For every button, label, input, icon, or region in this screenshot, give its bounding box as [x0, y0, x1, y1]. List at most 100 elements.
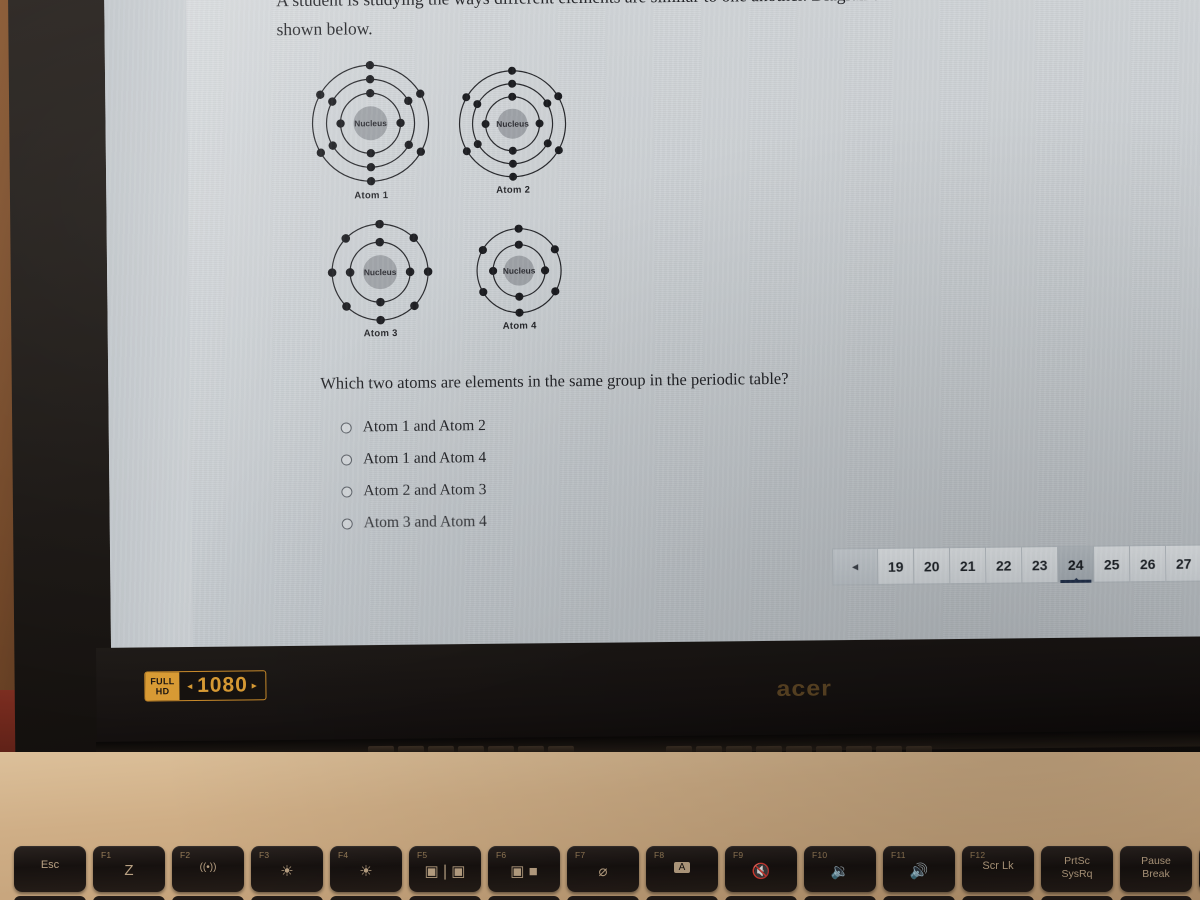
full-hd-line2: HD [155, 686, 170, 697]
atom-4-label: Atom 4 [502, 320, 537, 332]
answer-option-2[interactable]: Atom 1 and Atom 4 [340, 442, 487, 476]
pagination-page-20[interactable]: 20 [914, 547, 951, 585]
resolution-value: 1080 [197, 673, 248, 697]
answer-option-1[interactable]: Atom 1 and Atom 2 [340, 410, 486, 444]
number-key[interactable] [804, 896, 876, 900]
key-fn-label: F9 [733, 850, 744, 860]
number-key-row [14, 896, 1200, 900]
number-key[interactable] [93, 896, 165, 900]
acer-logo: acer [776, 676, 833, 702]
nucleus-label-3: Nucleus [364, 267, 397, 277]
escape-key[interactable]: Esc [14, 846, 86, 892]
f9-mute-key[interactable]: F9 🔇 [725, 846, 797, 892]
question-prompt: Which two atoms are elements in the same… [320, 368, 789, 393]
number-key[interactable] [725, 896, 797, 900]
number-key[interactable] [1120, 896, 1192, 900]
answer-options: Atom 1 and Atom 2 Atom 1 and Atom 4 Atom… [340, 410, 487, 540]
number-key[interactable] [567, 896, 639, 900]
page-left-margin [104, 0, 194, 650]
atom-diagram-2: Nucleus Atom 2 [453, 63, 572, 196]
key-glyph-icon: A [674, 862, 690, 873]
key-glyph-icon: ((•)) [199, 862, 217, 873]
pagination-page-21[interactable]: 21 [950, 546, 987, 585]
key-main-label: PrtSc SysRq [1061, 855, 1093, 880]
pagination: ◂ 19 20 21 22 23 24 25 26 27 28 Next ▸ [832, 543, 1200, 586]
key-fn-label: F6 [496, 850, 507, 860]
f3-brightness-down-key[interactable]: F3 ☀ [251, 846, 323, 892]
number-key[interactable] [1041, 896, 1113, 900]
number-key[interactable] [14, 896, 86, 900]
laptop-screen: A student is studying the ways different… [104, 0, 1200, 650]
right-arrow-icon: ▸ [251, 679, 258, 690]
full-hd-sticker-value: ◂ 1080 ▸ [179, 671, 265, 700]
key-main-label: Scr Lk [982, 860, 1014, 872]
f4-brightness-up-key[interactable]: F4 ☀ [330, 846, 402, 892]
f12-scroll-lock-key[interactable]: F12 Scr Lk [962, 846, 1034, 892]
key-glyph-icon: 🔊 [909, 863, 929, 880]
answer-option-2-label: Atom 1 and Atom 4 [362, 449, 487, 468]
number-key[interactable] [330, 896, 402, 900]
answer-option-4[interactable]: Atom 3 and Atom 4 [341, 506, 487, 540]
f11-volume-up-key[interactable]: F11 🔊 [883, 846, 955, 892]
pagination-page-23[interactable]: 23 [1022, 546, 1059, 584]
key-fn-label: F8 [654, 850, 665, 860]
f2-wifi-key[interactable]: F2 ((•)) [172, 846, 244, 892]
number-key[interactable] [251, 896, 323, 900]
number-key[interactable] [646, 896, 718, 900]
number-key[interactable] [172, 896, 244, 900]
number-key[interactable] [488, 896, 560, 900]
question-stem: A student is studying the ways different… [276, 0, 1173, 40]
atom-2-label: Atom 2 [496, 184, 531, 196]
atom-diagram-4: Nucleus Atom 4 [469, 221, 570, 332]
pagination-page-19[interactable]: 19 [878, 547, 915, 585]
key-main-label: Pause Break [1141, 855, 1171, 880]
key-glyph-icon: ▣❘▣ [424, 863, 466, 880]
f1-sleep-key[interactable]: F1 Z [93, 846, 165, 892]
number-key[interactable] [962, 896, 1034, 900]
nucleus-label-1: Nucleus [354, 118, 387, 128]
key-glyph-icon: ▣ ■ [510, 863, 538, 880]
radio-icon[interactable] [340, 453, 353, 466]
radio-icon[interactable] [340, 421, 352, 434]
f10-volume-down-key[interactable]: F10 🔉 [804, 846, 876, 892]
number-key[interactable] [883, 896, 955, 900]
atom-diagram-3: Nucleus Atom 3 [321, 217, 440, 340]
key-fn-label: F10 [812, 850, 828, 860]
key-fn-label: F4 [338, 850, 349, 860]
key-fn-label: F2 [180, 850, 191, 860]
pagination-page-22[interactable]: 22 [986, 546, 1023, 584]
answer-option-3[interactable]: Atom 2 and Atom 3 [341, 474, 487, 508]
key-fn-label: F1 [101, 850, 112, 860]
f7-touchpad-key[interactable]: F7 ⌀ [567, 846, 639, 892]
pagination-page-26[interactable]: 26 [1129, 544, 1167, 583]
key-glyph-icon: 🔇 [751, 863, 771, 880]
number-key[interactable] [409, 896, 481, 900]
answer-option-3-label: Atom 2 and Atom 3 [363, 481, 487, 500]
photo-scene: A student is studying the ways different… [0, 0, 1200, 900]
answer-option-1-label: Atom 1 and Atom 2 [362, 417, 486, 436]
pagination-page-25[interactable]: 25 [1093, 545, 1131, 583]
pagination-page-24-active[interactable]: 24 [1058, 545, 1095, 584]
pagination-prev-button[interactable]: ◂ [832, 547, 879, 586]
f8-backlight-key[interactable]: F8 A [646, 846, 718, 892]
f5-display-switch-key[interactable]: F5 ▣❘▣ [409, 846, 481, 892]
nucleus-label-4: Nucleus [503, 265, 536, 275]
function-key-row: Esc F1 Z F2 ((•)) F3 ☀ F4 ☀ F5 ▣❘▣ F6 ▣ ■ F7 ⌀ F8 A F9 🔇 F1… [14, 846, 1200, 892]
pause-break-key[interactable]: Pause Break [1120, 846, 1192, 892]
key-fn-label: F7 [575, 850, 586, 860]
pagination-page-27[interactable]: 27 [1165, 544, 1200, 582]
atom-4-svg: Nucleus [476, 224, 562, 317]
key-glyph-icon: ⌀ [598, 863, 608, 880]
f6-display-off-key[interactable]: F6 ▣ ■ [488, 846, 560, 892]
radio-icon[interactable] [341, 485, 353, 498]
key-glyph-icon: ☀ [280, 863, 294, 880]
full-hd-sticker-badge: FULL HD [145, 672, 180, 701]
key-fn-label: F5 [417, 850, 428, 860]
key-glyph-icon: 🔉 [830, 863, 850, 880]
radio-icon[interactable] [341, 517, 353, 530]
key-main-label: Esc [40, 859, 60, 871]
print-screen-key[interactable]: PrtSc SysRq [1041, 846, 1113, 892]
full-hd-sticker: FULL HD ◂ 1080 ▸ [144, 670, 267, 702]
atom-1-svg: Nucleus [311, 61, 430, 186]
atom-2-svg: Nucleus [458, 66, 567, 181]
